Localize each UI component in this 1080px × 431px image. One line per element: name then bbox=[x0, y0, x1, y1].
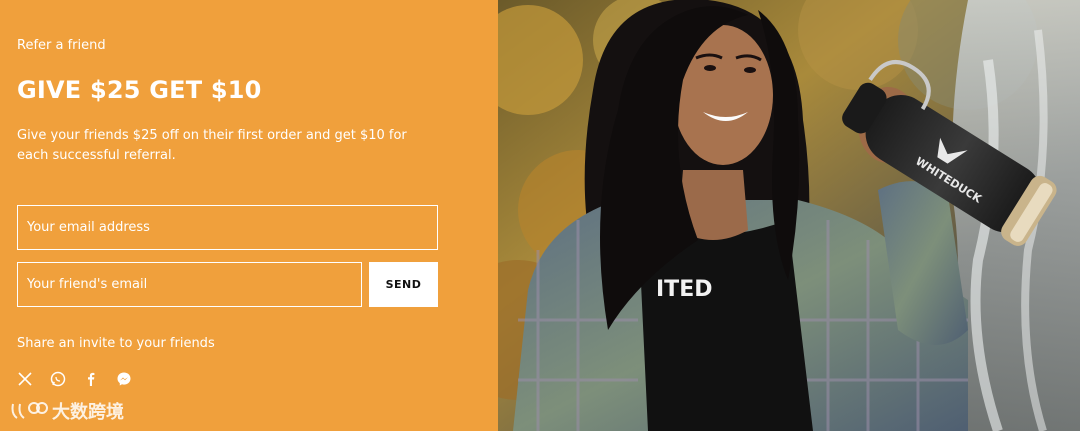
referral-description: Give your friends $25 off on their first… bbox=[17, 128, 407, 163]
friend-email-field[interactable]: Your friend's email bbox=[17, 262, 362, 307]
watermark-logo-icon bbox=[11, 402, 48, 419]
shirt-text: ITED bbox=[656, 277, 712, 302]
referral-title: GIVE $25 GET $10 bbox=[17, 76, 262, 104]
messenger-icon[interactable] bbox=[116, 371, 132, 387]
share-icons bbox=[17, 371, 132, 387]
watermark-text: 大数跨境 bbox=[52, 402, 124, 423]
facebook-icon[interactable] bbox=[83, 371, 99, 387]
watermark: 大数跨境 bbox=[10, 398, 124, 424]
referral-kicker: Refer a friend bbox=[17, 38, 106, 53]
send-button[interactable]: SEND bbox=[369, 262, 438, 307]
share-text: Share an invite to your friends bbox=[17, 336, 215, 351]
friend-email-placeholder: Your friend's email bbox=[27, 277, 148, 292]
lifestyle-photo: ITED WHITEDUCK bbox=[498, 0, 1080, 431]
whatsapp-icon[interactable] bbox=[50, 371, 66, 387]
referral-panel: Refer a friend GIVE $25 GET $10 Give you… bbox=[0, 0, 498, 431]
your-email-field[interactable]: Your email address bbox=[17, 205, 438, 250]
x-icon[interactable] bbox=[17, 371, 33, 387]
your-email-placeholder: Your email address bbox=[27, 220, 150, 235]
referral-banner: Refer a friend GIVE $25 GET $10 Give you… bbox=[0, 0, 1080, 431]
woman-with-bottle-image: ITED WHITEDUCK bbox=[498, 0, 1080, 431]
